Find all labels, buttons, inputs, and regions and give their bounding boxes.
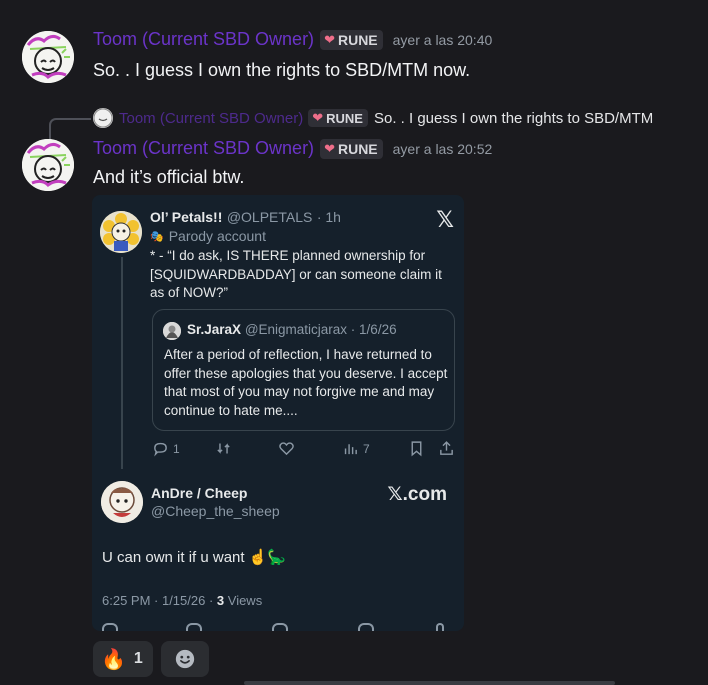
- parody-label: Parody account: [168, 228, 266, 244]
- retweet-action: [215, 440, 232, 457]
- message-header: Toom (Current SBD Owner) ❤ RUNE ayer a l…: [93, 29, 492, 50]
- quoted-tweet: Sr.JaraX @Enigmaticjarax · 1/6/26 After …: [152, 309, 455, 431]
- timestamp: ayer a las 20:52: [392, 140, 493, 157]
- username[interactable]: Toom (Current SBD Owner): [93, 29, 314, 50]
- server-tag-label: RUNE: [337, 31, 378, 48]
- reply-preview[interactable]: Toom (Current SBD Owner) ❤ RUNE So. . I …: [93, 108, 653, 128]
- user-avatar[interactable]: [22, 139, 74, 191]
- x-com-wordmark: 𝕏.com: [387, 484, 447, 505]
- quote-author-handle: @Enigmaticjarax · 1/6/26: [244, 322, 397, 337]
- heart-icon: ❤: [324, 31, 335, 47]
- reply-tweet-meta: 6:25 PM · 1/15/26 · 3 Views: [102, 593, 262, 608]
- reply-tweet-date: 6:25 PM · 1/15/26 ·: [102, 593, 217, 608]
- share-action: [438, 440, 455, 457]
- like-action: [278, 440, 295, 457]
- tweet-body: * - “I do ask, IS THERE planned ownershi…: [150, 248, 442, 300]
- timestamp: ayer a las 20:40: [392, 31, 493, 48]
- quote-author-avatar: [163, 322, 181, 340]
- tweet-author-handle: @OLPETALS: [226, 209, 313, 225]
- parody-mask-icon: 🎭: [150, 230, 164, 243]
- reply-tweet-author-name: AnDre / Cheep: [151, 485, 248, 501]
- reaction-count: 1: [133, 650, 143, 667]
- reply-tweet-author-avatar: [101, 481, 143, 523]
- tweet-author-avatar: [100, 211, 142, 253]
- reply-icon: [154, 442, 167, 457]
- bar-chart-icon: [344, 444, 357, 455]
- reply-tweet-body: U can own it if u want ☝️🦕: [102, 549, 287, 566]
- reply-username[interactable]: Toom (Current SBD Owner): [119, 110, 303, 127]
- x-logo-icon: 𝕏: [436, 207, 454, 232]
- tweet-actions: 1 7: [152, 440, 457, 460]
- heart-icon: [279, 442, 294, 456]
- reply-server-tag: ❤ RUNE: [308, 109, 368, 127]
- server-tag-label: RUNE: [337, 140, 378, 157]
- reply-tweet-actions-partial: [102, 623, 452, 631]
- username[interactable]: Toom (Current SBD Owner): [93, 138, 314, 159]
- reaction-fire[interactable]: 🔥 1: [93, 641, 153, 677]
- views-action: 7: [342, 440, 370, 457]
- scroll-indicator: [244, 681, 615, 685]
- quote-author-name: Sr.JaraX: [187, 322, 242, 337]
- heart-icon: ❤: [324, 140, 335, 156]
- fire-emoji: 🔥: [101, 648, 126, 671]
- reply-count: 1: [173, 441, 180, 456]
- smiley-icon: [175, 649, 194, 669]
- reply-tweet-author-handle: @Cheep_the_sheep: [151, 503, 280, 519]
- message-header: Toom (Current SBD Owner) ❤ RUNE ayer a l…: [93, 138, 492, 159]
- message-text: And it’s official btw.: [93, 167, 245, 187]
- tweet-time: · 1h: [316, 209, 341, 225]
- share-icon: [440, 441, 453, 455]
- reply-server-tag-label: RUNE: [326, 110, 363, 126]
- tweet-author-name: Ol’ Petals!!: [150, 209, 223, 225]
- reply-text: So. . I guess I own the rights to SBD/MT…: [373, 109, 654, 127]
- bookmark-icon: [411, 441, 422, 457]
- reply-avatar: [93, 108, 113, 128]
- quote-body: After a period of reflection, I have ret…: [164, 347, 448, 418]
- reply-tweet-views-label: Views: [224, 593, 263, 608]
- retweet-icon: [217, 443, 230, 454]
- add-reaction-button[interactable]: [160, 641, 209, 677]
- thread-line: [121, 257, 123, 469]
- message-text: So. . I guess I own the rights to SBD/MT…: [93, 60, 471, 80]
- server-tag[interactable]: ❤ RUNE: [320, 29, 383, 50]
- server-tag[interactable]: ❤ RUNE: [320, 138, 383, 159]
- tweet-embed-image[interactable]: Ol’ Petals!! @OLPETALS · 1h 🎭 Parody acc…: [92, 195, 464, 631]
- reply-connector: [49, 118, 91, 140]
- views-count: 7: [363, 441, 370, 456]
- bookmark-action: [408, 440, 425, 457]
- reactions-bar: 🔥 1: [93, 641, 209, 677]
- reply-action: 1: [152, 440, 180, 457]
- heart-icon: ❤: [312, 110, 324, 125]
- user-avatar[interactable]: [22, 31, 74, 83]
